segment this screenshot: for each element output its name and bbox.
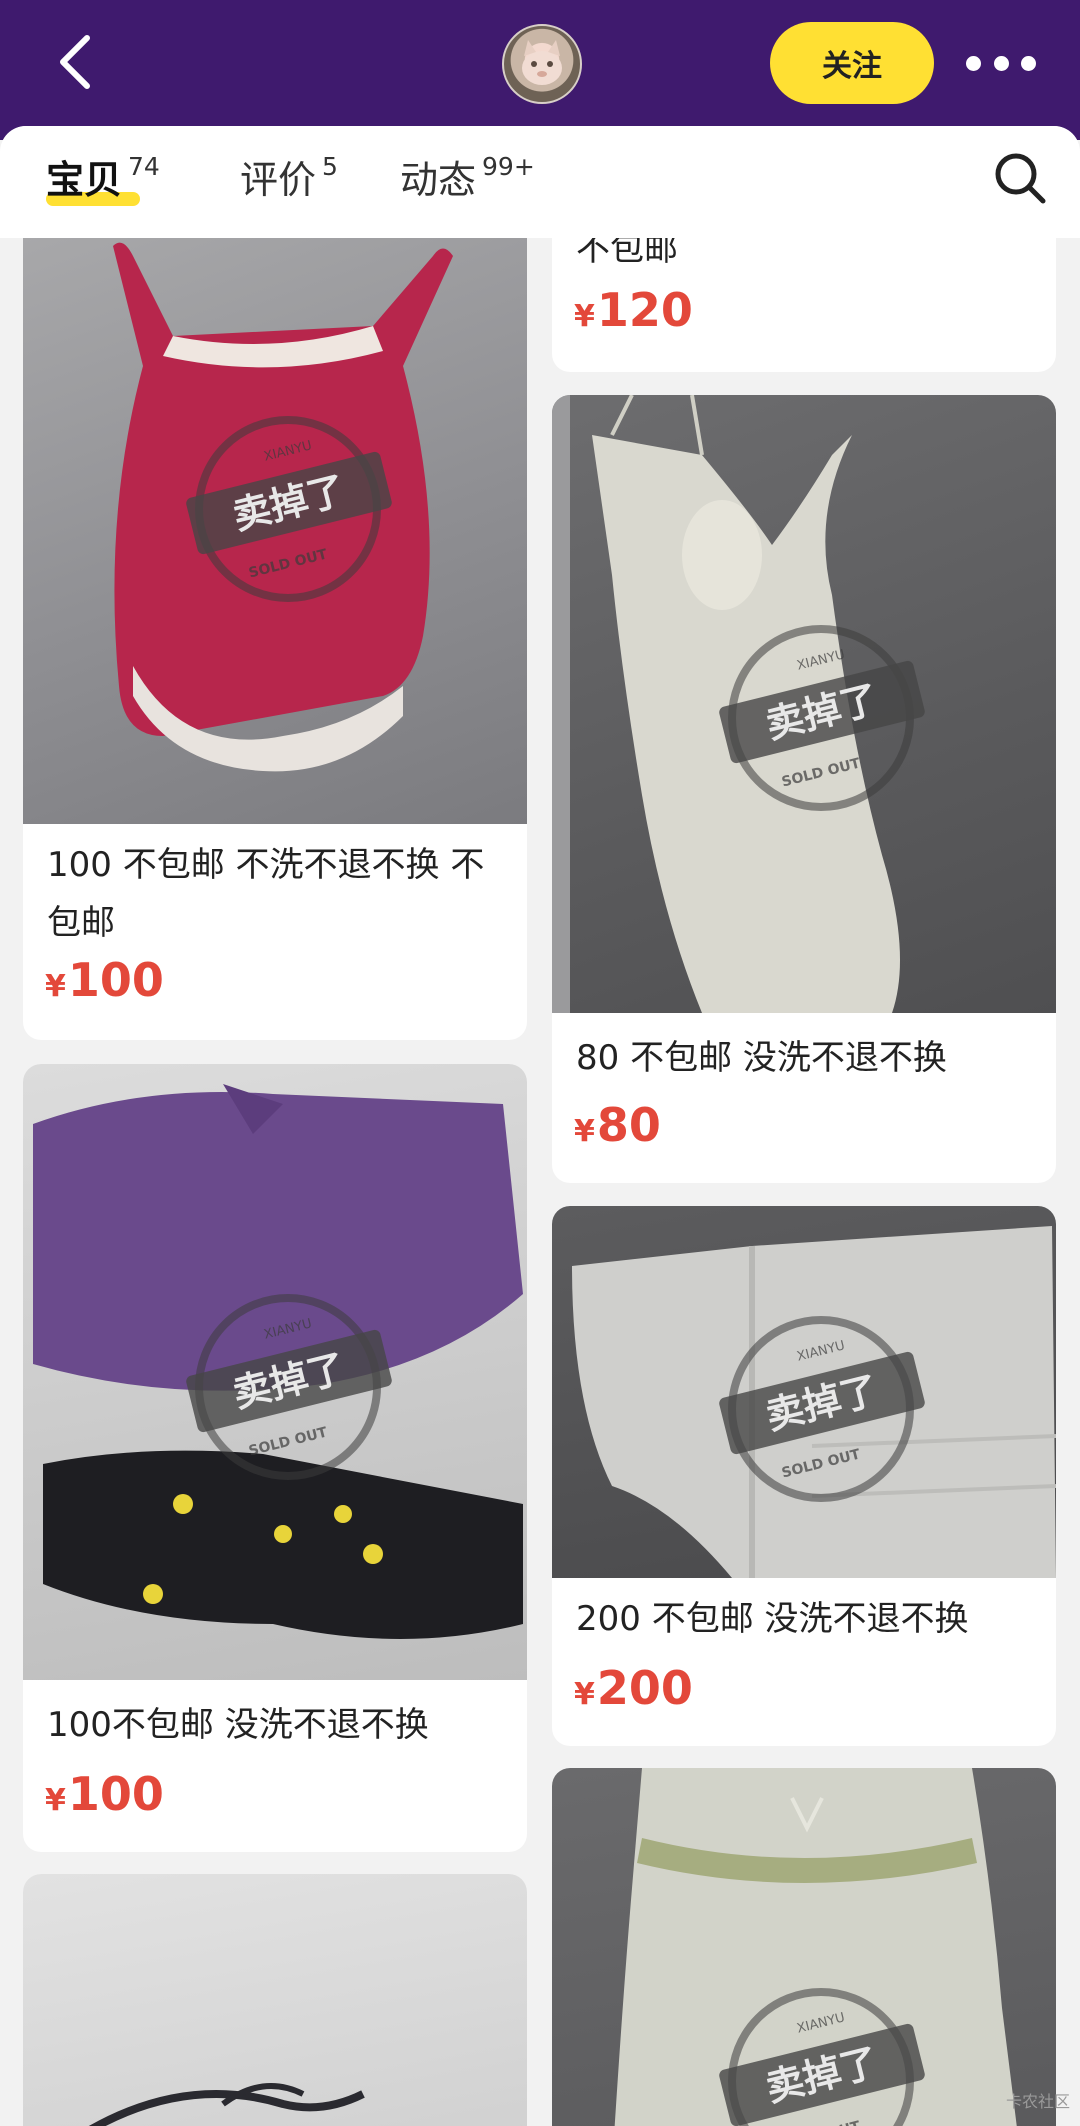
product-price: ¥100: [45, 1764, 164, 1831]
tab-activity-label: 动态: [400, 158, 477, 202]
tab-activity-count: 99+: [482, 152, 535, 181]
back-button[interactable]: [40, 22, 110, 102]
price-value: 120: [596, 283, 693, 337]
more-button[interactable]: [966, 40, 1036, 86]
price-value: 200: [596, 1661, 693, 1715]
price-value: 80: [596, 1098, 661, 1152]
watermark: 卡农社区: [1005, 2092, 1070, 2111]
product-title: 100不包邮 没洗不退不换: [47, 1705, 429, 1745]
tab-bar: 宝贝 74 评价 5 动态 99+: [0, 126, 1080, 238]
product-photo: XIANYU 卖掉了 SOLD OUT: [552, 395, 1056, 1013]
sold-out-stamp: XIANYU 卖掉了 SOLD OUT: [717, 1316, 927, 1502]
sold-out-stamp: XIANYU 卖掉了 SOLD OUT: [184, 1294, 394, 1480]
product-card[interactable]: XIANYU 卖掉了 SOLD OUT 100不包邮 没洗不退不换 ¥100: [23, 1064, 527, 1852]
product-card[interactable]: XIANYU 卖掉了 SOLD OUT 100 不包邮 不洗不退不换 不包邮 ¥…: [23, 216, 527, 1040]
tab-items[interactable]: 宝贝 74: [46, 152, 160, 212]
product-title: 200 不包邮 没洗不退不换: [576, 1599, 969, 1639]
product-card[interactable]: [23, 1874, 527, 2126]
currency-symbol: ¥: [45, 969, 66, 1004]
back-arrow-icon: [60, 35, 90, 89]
product-price: ¥200: [574, 1658, 693, 1725]
product-photo: XIANYU 卖掉了 SOLD OUT: [552, 1768, 1056, 2126]
tab-reviews[interactable]: 评价 5: [240, 152, 338, 212]
product-card[interactable]: XIANYU 卖掉了 SOLD OUT 80 不包邮 没洗不退不换 ¥80: [552, 395, 1056, 1183]
product-photo: XIANYU 卖掉了 SOLD OUT: [23, 216, 527, 824]
more-dots-icon: [966, 55, 981, 71]
product-price: ¥120: [574, 280, 693, 347]
product-title: 100 不包邮 不洗不退不换 不包邮: [47, 845, 485, 943]
more-dot: [1021, 55, 1036, 71]
content-sheet: 宝贝 74 评价 5 动态 99+ XIANYU 卖掉了 SOLD OUT 10…: [0, 126, 1080, 2126]
tab-items-label: 宝贝: [46, 152, 141, 208]
product-price: ¥80: [574, 1095, 661, 1162]
price-value: 100: [67, 953, 164, 1007]
seller-avatar[interactable]: [502, 24, 582, 104]
currency-symbol: ¥: [45, 1783, 66, 1818]
sold-out-stamp: XIANYU 卖掉了 SOLD OUT: [184, 416, 394, 602]
product-card[interactable]: XIANYU 卖掉了 SOLD OUT: [552, 1768, 1056, 2126]
product-card[interactable]: 不包邮 ¥120: [552, 216, 1056, 372]
product-price: ¥100: [45, 950, 164, 1017]
tab-reviews-label: 评价: [240, 158, 317, 202]
tab-activity[interactable]: 动态 99+: [400, 152, 535, 212]
currency-symbol: ¥: [574, 1114, 595, 1149]
search-icon: [995, 153, 1046, 204]
product-photo: XIANYU 卖掉了 SOLD OUT: [23, 1064, 527, 1680]
product-photo: XIANYU 卖掉了 SOLD OUT: [552, 1206, 1056, 1578]
price-value: 100: [67, 1767, 164, 1821]
currency-symbol: ¥: [574, 299, 595, 334]
top-bar: 关注: [0, 0, 1080, 140]
currency-symbol: ¥: [574, 1677, 595, 1712]
avatar-image: [522, 40, 562, 85]
more-dot: [993, 55, 1009, 71]
product-card[interactable]: XIANYU 卖掉了 SOLD OUT 200 不包邮 没洗不退不换 ¥200: [552, 1206, 1056, 1746]
follow-button[interactable]: 关注: [770, 22, 934, 104]
product-title: 80 不包邮 没洗不退不换: [576, 1038, 947, 1078]
tab-items-count: 74: [128, 152, 160, 181]
product-photo: [23, 1874, 527, 2126]
search-button[interactable]: [992, 150, 1052, 210]
product-image: [88, 2083, 365, 2126]
sold-out-stamp: XIANYU 卖掉了 SOLD OUT: [717, 625, 927, 811]
tab-reviews-count: 5: [322, 152, 338, 181]
